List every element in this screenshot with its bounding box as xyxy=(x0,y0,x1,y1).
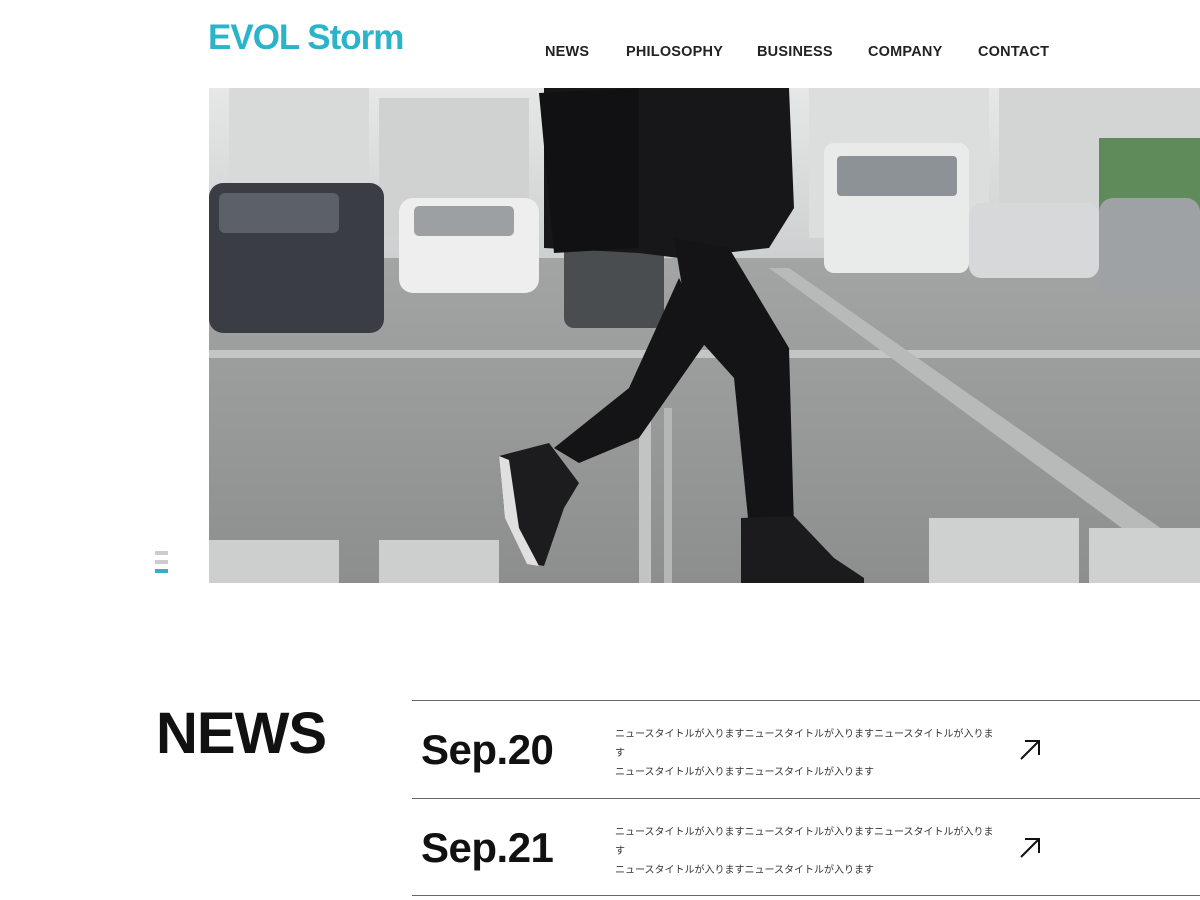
news-title-line1: ニュースタイトルが入りますニュースタイトルが入りますニュースタイトルが入ります xyxy=(615,729,994,759)
street-runner-photo xyxy=(209,88,1200,583)
news-date: Sep.21 xyxy=(421,824,554,871)
news-title-line2: ニュースタイトルが入りますニュースタイトルが入ります xyxy=(615,767,874,778)
slider-dot-1[interactable] xyxy=(155,551,168,555)
news-title-text: ニュースタイトルが入りますニュースタイトルが入りますニュースタイトルが入ります … xyxy=(615,725,995,782)
news-list: Sep.20 ニュースタイトルが入りますニュースタイトルが入りますニュースタイト… xyxy=(412,700,1200,896)
slider-dot-3[interactable] xyxy=(155,569,168,573)
nav-item-news[interactable]: NEWS xyxy=(545,44,589,60)
main-nav: NEWS PHILOSOPHY BUSINESS COMPANY CONTACT xyxy=(0,44,1200,64)
hero-image xyxy=(209,88,1200,583)
news-item[interactable]: Sep.21 ニュースタイトルが入りますニュースタイトルが入りますニュースタイト… xyxy=(412,798,1200,896)
news-date: Sep.20 xyxy=(421,726,554,773)
arrow-up-right-icon[interactable] xyxy=(1018,836,1042,860)
nav-item-contact[interactable]: CONTACT xyxy=(978,44,1049,60)
slider-dot-2[interactable] xyxy=(155,560,168,564)
slider-pagination xyxy=(155,551,168,578)
nav-item-philosophy[interactable]: PHILOSOPHY xyxy=(626,44,723,60)
nav-item-company[interactable]: COMPANY xyxy=(868,44,942,60)
news-item[interactable]: Sep.20 ニュースタイトルが入りますニュースタイトルが入りますニュースタイト… xyxy=(412,700,1200,798)
news-title-line1: ニュースタイトルが入りますニュースタイトルが入りますニュースタイトルが入ります xyxy=(615,827,994,857)
news-title-line2: ニュースタイトルが入りますニュースタイトルが入ります xyxy=(615,865,874,876)
news-title-text: ニュースタイトルが入りますニュースタイトルが入りますニュースタイトルが入ります … xyxy=(615,823,995,880)
news-heading: NEWS xyxy=(156,701,327,766)
nav-item-business[interactable]: BUSINESS xyxy=(757,44,833,60)
arrow-up-right-icon[interactable] xyxy=(1018,738,1042,762)
